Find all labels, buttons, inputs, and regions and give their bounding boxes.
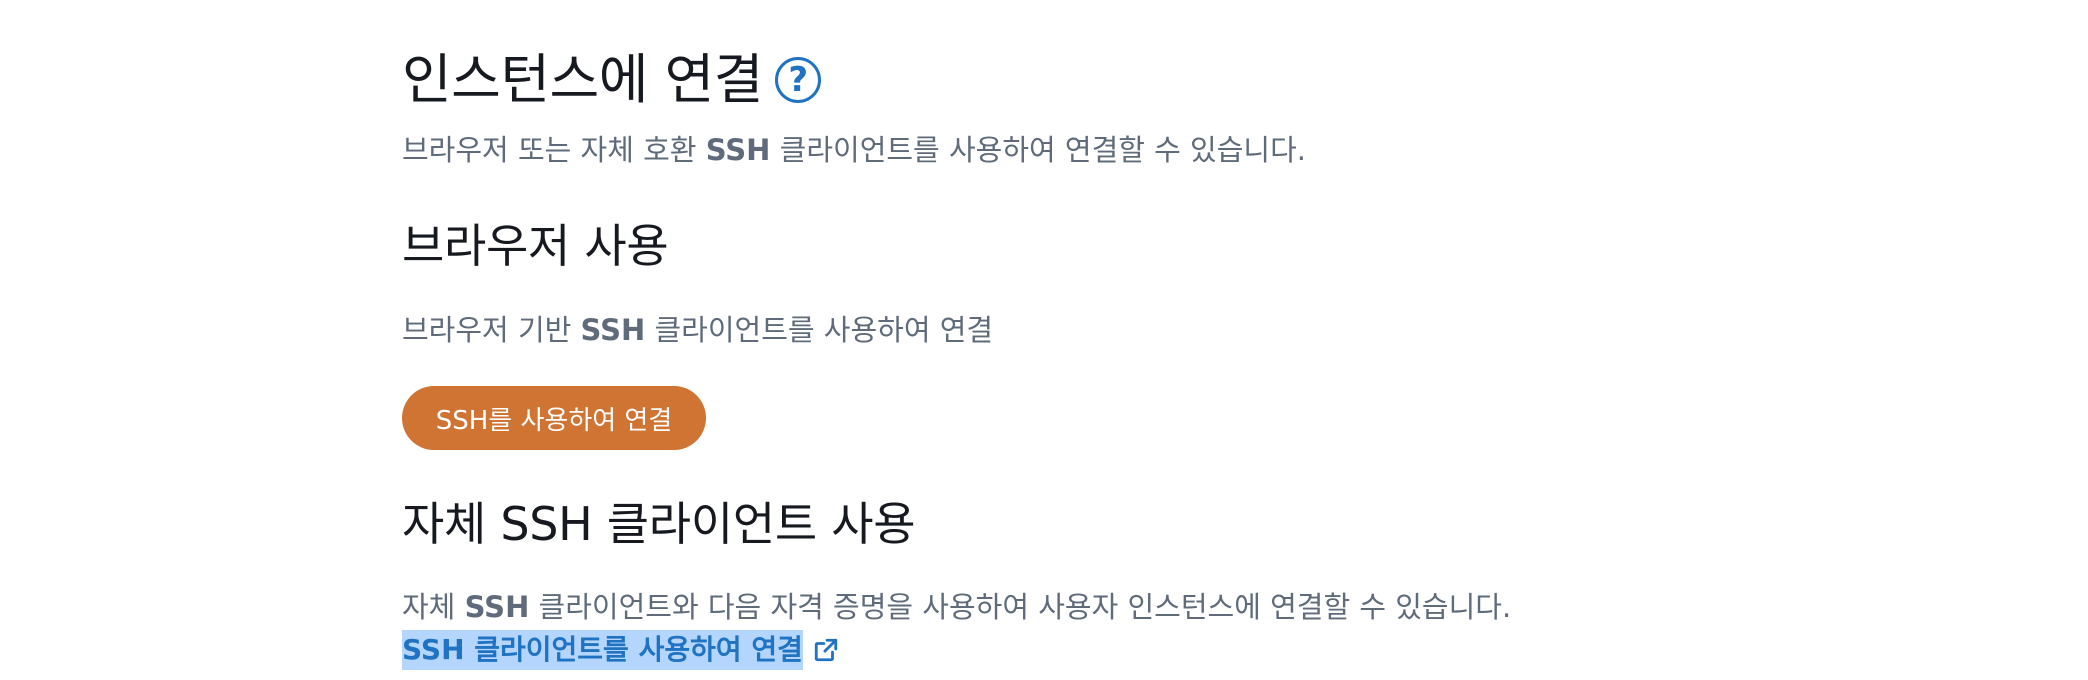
own-client-description-prefix: 자체 <box>402 590 465 624</box>
browser-description-suffix: 클라이언트를 사용하여 연결 <box>645 313 994 347</box>
page-description-bold: SSH <box>705 133 771 167</box>
own-client-description-suffix: 클라이언트와 다음 자격 증명을 사용하여 사용자 인스턴스에 연결할 수 있습… <box>529 590 1512 624</box>
page-description-prefix: 브라우저 또는 자체 호환 <box>402 133 706 167</box>
browser-section-title: 브라우저 사용 <box>402 219 669 273</box>
page-description-suffix: 클라이언트를 사용하여 연결할 수 있습니다. <box>770 133 1306 167</box>
page-title: 인스턴스에 연결 ? <box>402 44 821 116</box>
own-client-description-bold: SSH <box>464 590 530 624</box>
page-description: 브라우저 또는 자체 호환 SSH 클라이언트를 사용하여 연결할 수 있습니다… <box>402 130 1306 170</box>
connect-using-ssh-button[interactable]: SSH를 사용하여 연결 <box>402 386 706 450</box>
browser-description-prefix: 브라우저 기반 <box>402 313 581 347</box>
own-client-section-description: 자체 SSH 클라이언트와 다음 자격 증명을 사용하여 사용자 인스턴스에 연… <box>402 587 1511 627</box>
browser-description-bold: SSH <box>580 313 646 347</box>
external-link-icon <box>814 638 838 662</box>
connect-with-ssh-client-link-label: SSH 클라이언트를 사용하여 연결 <box>402 630 803 670</box>
own-client-section-title: 자체 SSH 클라이언트 사용 <box>402 497 916 551</box>
page-title-text: 인스턴스에 연결 <box>402 48 763 111</box>
help-icon[interactable]: ? <box>774 57 821 103</box>
connect-with-ssh-client-link[interactable]: SSH 클라이언트를 사용하여 연결 <box>402 630 839 670</box>
browser-section-description: 브라우저 기반 SSH 클라이언트를 사용하여 연결 <box>402 310 993 350</box>
